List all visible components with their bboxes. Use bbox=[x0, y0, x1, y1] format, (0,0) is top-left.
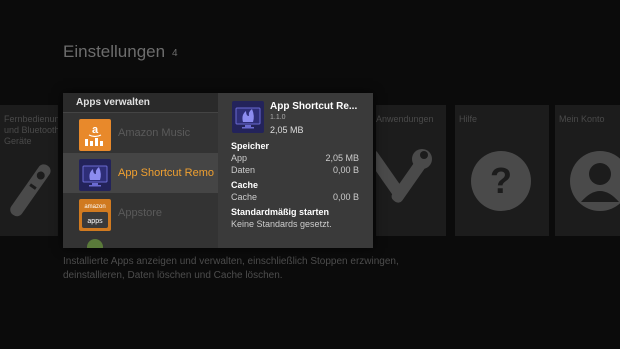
tile-label: Hilfe bbox=[459, 114, 478, 124]
tile-my-account[interactable]: Mein Konto bbox=[555, 105, 620, 236]
tile-help[interactable]: Hilfe ? bbox=[455, 105, 549, 236]
storage-app-label: App bbox=[231, 153, 248, 163]
storage-data-label: Daten bbox=[231, 165, 256, 175]
app-shortcut-icon bbox=[232, 101, 264, 133]
cache-value: 0,00 B bbox=[332, 192, 359, 202]
detail-app-size: 2,05 MB bbox=[270, 125, 304, 135]
remote-icon bbox=[10, 164, 51, 217]
svg-text:?: ? bbox=[490, 160, 512, 201]
appstore-icon-sub: apps bbox=[87, 218, 103, 225]
storage-app-value: 2,05 MB bbox=[325, 153, 359, 163]
tile-label: Anwendungen bbox=[376, 114, 434, 124]
app-icon-partial bbox=[87, 239, 103, 248]
app-list: Apps verwalten a Amazon Music App Shortc… bbox=[63, 93, 218, 248]
panel-header: Apps verwalten bbox=[63, 93, 218, 113]
appstore-icon-brand: amazon bbox=[84, 204, 105, 210]
storage-heading: Speicher bbox=[231, 141, 270, 151]
app-list-item[interactable]: amazon apps Appstore bbox=[63, 193, 218, 233]
app-details: App Shortcut Re... 1.1.0 2,05 MB Speiche… bbox=[218, 93, 373, 248]
launch-defaults-heading: Standardmäßig starten bbox=[231, 207, 330, 217]
wrench-icon bbox=[376, 149, 432, 203]
tile-label: Fernbedienungen und Bluetooth-Geräte bbox=[4, 114, 58, 146]
tile-remotes[interactable]: Fernbedienungen und Bluetooth-Geräte bbox=[0, 105, 58, 236]
appstore-icon: amazon apps bbox=[79, 199, 111, 231]
amazon-music-icon: a bbox=[79, 119, 111, 151]
app-name: Amazon Music bbox=[118, 127, 191, 139]
tile-applications[interactable]: Anwendungen bbox=[376, 105, 446, 236]
page-count: 4 bbox=[172, 48, 178, 59]
app-list-item-partial[interactable] bbox=[63, 233, 218, 248]
storage-data-value: 0,00 B bbox=[332, 165, 359, 175]
tile-label: Mein Konto bbox=[559, 114, 605, 124]
detail-app-version: 1.1.0 bbox=[270, 114, 286, 121]
account-icon bbox=[570, 151, 620, 211]
section-description: Installierte Apps anzeigen und verwalten… bbox=[63, 256, 399, 281]
app-list-item[interactable]: a Amazon Music bbox=[63, 113, 218, 153]
app-name: Appstore bbox=[118, 207, 163, 219]
manage-apps-panel: Apps verwalten a Amazon Music App Shortc… bbox=[63, 93, 373, 248]
cache-label: Cache bbox=[231, 192, 258, 202]
svg-text:a: a bbox=[92, 124, 99, 136]
cache-heading: Cache bbox=[231, 180, 259, 190]
app-shortcut-icon bbox=[79, 159, 111, 191]
detail-app-name: App Shortcut Re... bbox=[270, 101, 358, 112]
app-name: App Shortcut Remo bbox=[118, 167, 214, 179]
page-title: Einstellungen bbox=[63, 42, 166, 61]
app-list-item-selected[interactable]: App Shortcut Remo bbox=[63, 153, 218, 193]
help-icon: ? bbox=[471, 151, 531, 211]
launch-defaults-text: Keine Standards gesetzt. bbox=[231, 219, 332, 229]
